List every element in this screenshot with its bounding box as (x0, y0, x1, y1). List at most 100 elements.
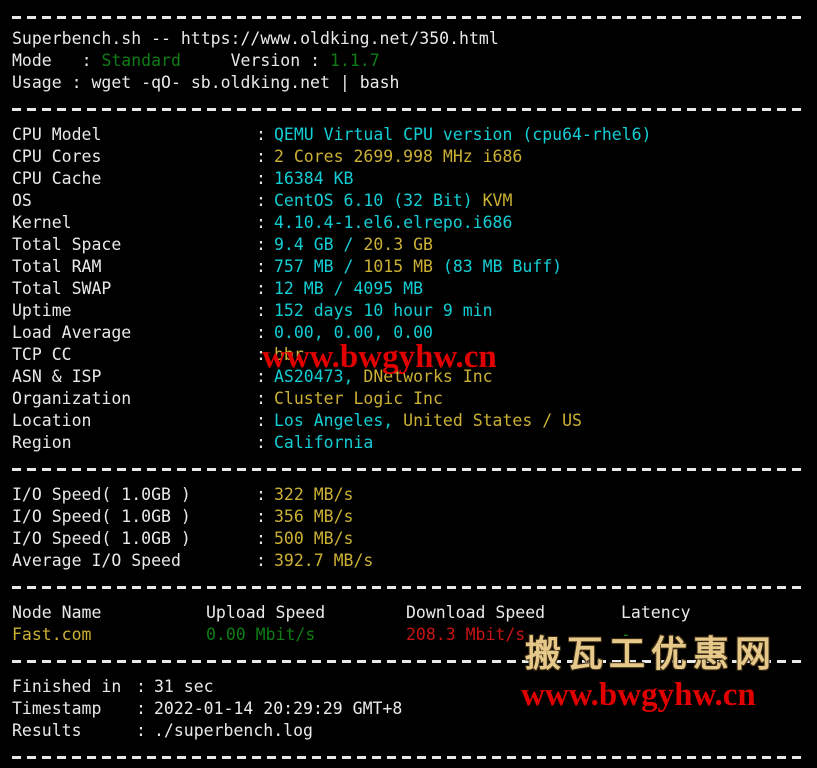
version-label: Version (230, 51, 301, 70)
summary-label: Finished in (12, 677, 122, 696)
sp3 (320, 51, 330, 70)
system-info-value-secondary: 20.3 GB (363, 235, 433, 254)
summary-label: Timestamp (12, 699, 102, 718)
io-speed-label: I/O Speed( 1.0GB ) (12, 485, 191, 504)
system-info-value-primary: California (274, 433, 374, 452)
system-info-colon: : (256, 411, 266, 430)
system-info-value-secondary: United States / US (403, 411, 582, 430)
system-info-row: OS: CentOS 6.10 (32 Bit) KVM (12, 190, 807, 212)
speedtest-row: Fast.com 0.00 Mbit/s 208.3 Mbit/s - (12, 624, 807, 646)
version-value: 1.1.7 (329, 51, 380, 70)
header-block: Superbench.sh -- https://www.oldking.net… (0, 28, 817, 94)
dashed-rule (12, 15, 805, 19)
value-space (393, 411, 403, 430)
value-space (473, 191, 483, 210)
io-speed-row: I/O Speed( 1.0GB ):322 MB/s (12, 484, 807, 506)
system-info-row: Region: California (12, 432, 807, 454)
system-info-value-primary: 12 MB / 4095 MB (274, 279, 424, 298)
summary-value: 2022-01-14 20:29:29 GMT+8 (154, 699, 403, 718)
divider-after-header (0, 98, 817, 120)
system-info-value-primary: 757 MB / (274, 257, 354, 276)
summary-row: Timestamp:2022-01-14 20:29:29 GMT+8 (12, 698, 807, 720)
divider-after-system (0, 458, 817, 480)
system-info-label: Location (12, 411, 92, 430)
system-info-label: Total Space (12, 235, 122, 254)
system-info-value-secondary: 2699.998 MHz i686 (353, 147, 523, 166)
system-info-row: Organization: Cluster Logic Inc (12, 388, 807, 410)
system-info-value-secondary: Cluster Logic Inc (274, 389, 443, 408)
io-speed-colon: : (256, 507, 266, 526)
system-info-value-primary: 0.00, 0.00, 0.00 (274, 323, 433, 342)
summary-value: 31 sec (154, 677, 214, 696)
io-speed-value: 392.7 MB/s (274, 551, 374, 570)
header-usage-line: Usage : wget -qO- sb.oldking.net | bash (12, 72, 807, 94)
system-info-value-primary: AS20473, (274, 367, 354, 386)
speedtest-header-node-name: Node Name (12, 603, 102, 622)
summary-row: Finished in:31 sec (12, 676, 807, 698)
system-info-label: Kernel (12, 213, 72, 232)
system-info-colon: : (256, 235, 266, 254)
divider-after-io (0, 576, 817, 598)
value-space (344, 147, 354, 166)
system-info-colon: : (256, 169, 266, 188)
system-info-label: Organization (12, 389, 132, 408)
system-info-row: TCP CC: bbr (12, 344, 807, 366)
io-speed-row: I/O Speed( 1.0GB ):356 MB/s (12, 506, 807, 528)
mode-label: Mode (12, 51, 52, 70)
system-info-value-primary: 16384 KB (274, 169, 354, 188)
system-info-colon: : (256, 389, 266, 408)
system-info-row: Location: Los Angeles, United States / US (12, 410, 807, 432)
io-speed-label: I/O Speed( 1.0GB ) (12, 529, 191, 548)
dashed-rule (12, 659, 805, 663)
dashed-rule (12, 467, 805, 471)
system-info-label: Uptime (12, 301, 72, 320)
io-speed-list: I/O Speed( 1.0GB ):322 MB/s I/O Speed( 1.… (0, 484, 817, 572)
system-info-label: CPU Model (12, 125, 102, 144)
divider-bottom (0, 746, 817, 768)
system-info-value-secondary: KVM (482, 191, 513, 210)
io-speed-colon: : (256, 485, 266, 504)
terminal-window: Superbench.sh -- https://www.oldking.net… (0, 0, 817, 759)
io-speed-row: Average I/O Speed:392.7 MB/s (12, 550, 807, 572)
speedtest-download-speed: 208.3 Mbit/s (406, 625, 526, 644)
dashed-rule (12, 107, 805, 111)
speedtest-header-latency: Latency (621, 603, 691, 622)
value-space (353, 367, 363, 386)
io-speed-label: I/O Speed( 1.0GB ) (12, 507, 191, 526)
system-info-value-secondary: 1015 MB (363, 257, 433, 276)
io-speed-value: 500 MB/s (274, 529, 354, 548)
summary-value: ./superbench.log (154, 721, 313, 740)
sp2 (300, 51, 310, 70)
io-speed-colon: : (256, 529, 266, 548)
system-info-colon: : (256, 213, 266, 232)
system-info-colon: : (256, 367, 266, 386)
system-info-row: Kernel:4.10.4-1.el6.elrepo.i686 (12, 212, 807, 234)
system-info-colon: : (256, 433, 266, 452)
divider-top (0, 6, 817, 28)
system-info-colon: : (256, 279, 266, 298)
system-info-value-primary: 152 days 10 hour 9 min (274, 301, 493, 320)
value-space (353, 257, 363, 276)
system-info-colon: : (256, 125, 266, 144)
speedtest-header-upload: Upload Speed (206, 603, 326, 622)
io-speed-value: 322 MB/s (274, 485, 354, 504)
usage-colon: : (71, 73, 82, 92)
speedtest-node-name: Fast.com (12, 625, 92, 644)
summary-row: Results: ./superbench.log (12, 720, 807, 742)
speedtest-upload-speed: 0.00 Mbit/s (206, 625, 316, 644)
usage-label: Usage (12, 73, 62, 92)
io-speed-value: 356 MB/s (274, 507, 354, 526)
system-info-label: TCP CC (12, 345, 72, 364)
usage-value: wget -qO- sb.oldking.net | bash (91, 73, 400, 92)
system-info-value-primary: 2 Cores (274, 147, 344, 166)
system-info-value-secondary: DNetworks Inc (363, 367, 493, 386)
version-colon: : (310, 51, 321, 70)
io-speed-row: I/O Speed( 1.0GB ):500 MB/s (12, 528, 807, 550)
system-info-label: Load Average (12, 323, 132, 342)
system-info-label: Total SWAP (12, 279, 112, 298)
system-info-colon: : (256, 301, 266, 320)
system-info-row: Load Average:0.00, 0.00, 0.00 (12, 322, 807, 344)
io-speed-label: Average I/O Speed (12, 551, 181, 570)
system-info-row: CPU Cache:16384 KB (12, 168, 807, 190)
summary-label: Results (12, 721, 82, 740)
